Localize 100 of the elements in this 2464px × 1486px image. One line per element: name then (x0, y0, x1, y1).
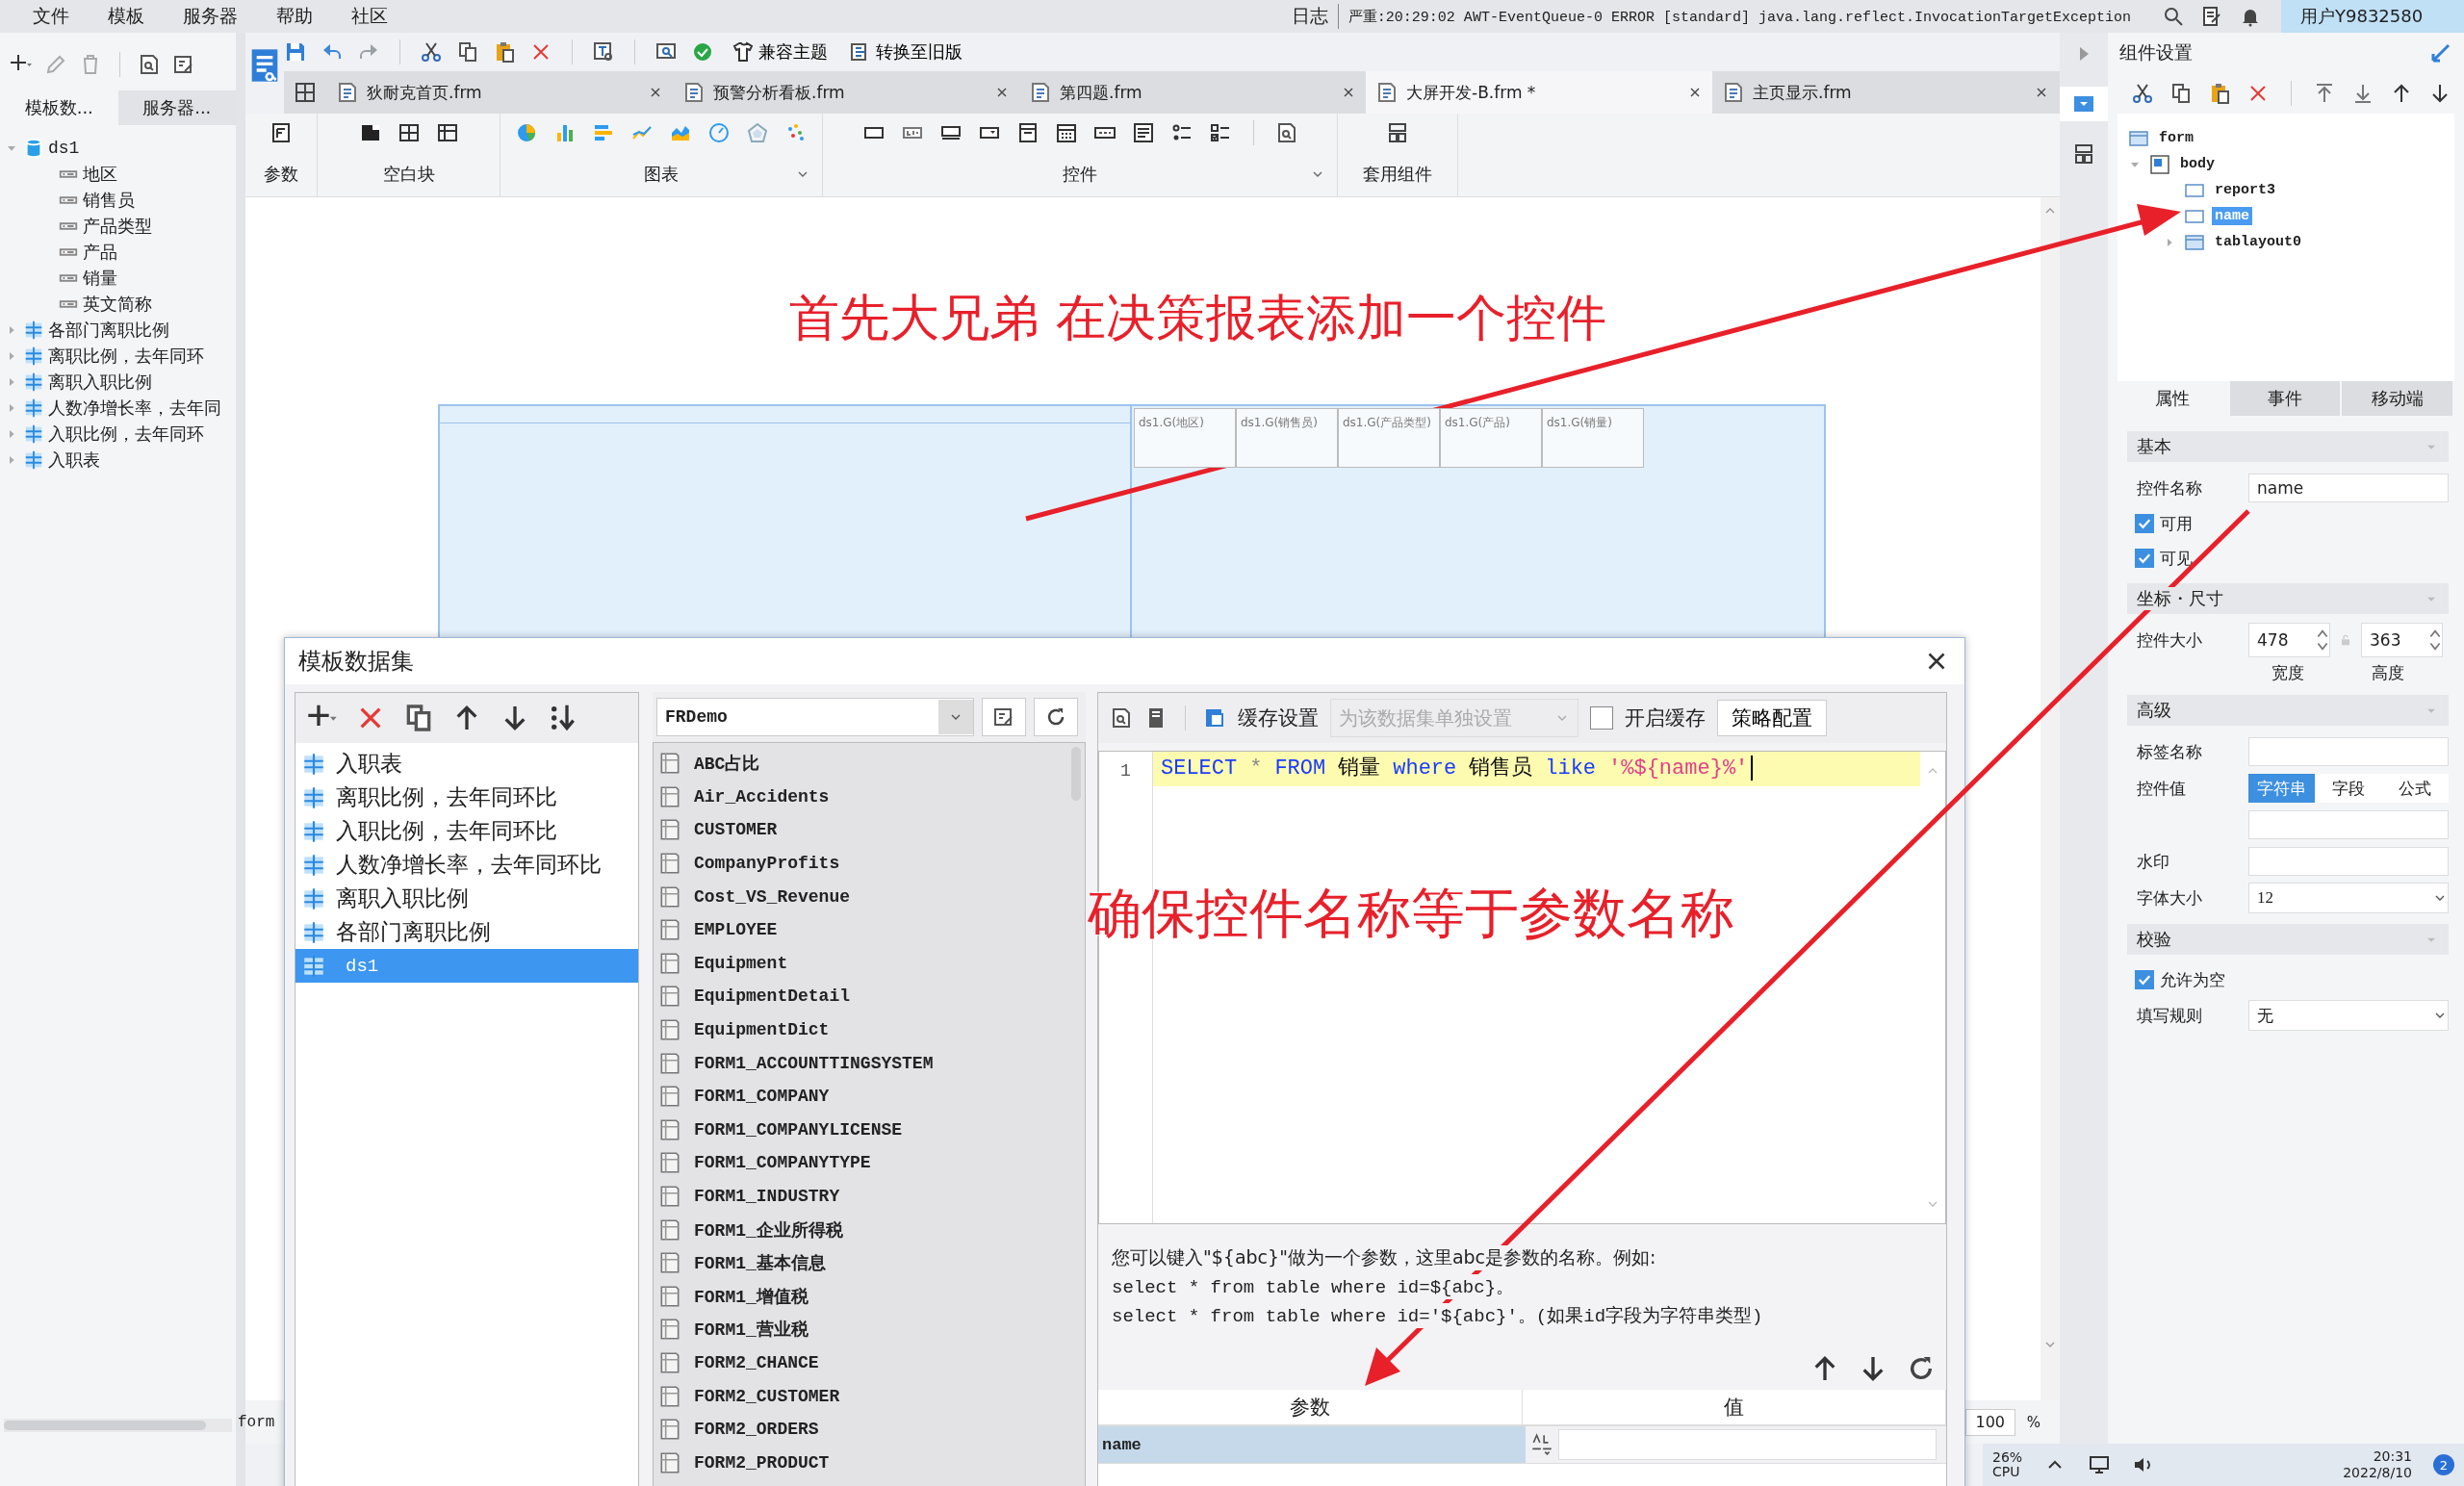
clock-time[interactable]: 20:31 (2373, 1448, 2412, 1465)
text-field[interactable]: name (2248, 474, 2449, 502)
table-item[interactable]: FORM1_营业税 (694, 1318, 808, 1342)
checkbox[interactable] (1590, 706, 1613, 730)
tree-item[interactable]: 入职表 (48, 448, 100, 472)
dataset-item[interactable]: 离职比例，去年同环比 (295, 781, 638, 814)
column-header[interactable]: 值 (1522, 1390, 1946, 1424)
cache-icon[interactable] (1203, 706, 1226, 730)
dataset-item[interactable]: 入职表 (295, 747, 638, 781)
tree-item[interactable]: 销量 (83, 266, 117, 290)
document-search-icon[interactable] (1110, 706, 1133, 730)
tree-item[interactable]: 各部门离职比例 (48, 318, 169, 342)
checkbox[interactable] (2135, 514, 2154, 533)
value-field[interactable] (2248, 810, 2449, 839)
table-item[interactable]: FORM1_增值税 (694, 1284, 808, 1308)
tree-node[interactable]: report3 (2212, 181, 2278, 199)
table-item[interactable]: FORM2_CHANCE (694, 1353, 819, 1372)
table-item[interactable]: FORM1_ACCOUNTTINGSYSTEM (694, 1053, 934, 1073)
table-item[interactable]: EMPLOYEE (694, 920, 778, 940)
table-layout-icon[interactable] (435, 121, 459, 144)
segment-option[interactable]: 公式 (2381, 774, 2449, 803)
edit-icon[interactable] (992, 705, 1015, 729)
strategy-button[interactable]: 策略配置 (1717, 700, 1827, 736)
section-header[interactable]: 坐标・尺寸 (2127, 583, 2449, 614)
search-icon[interactable] (2162, 5, 2185, 28)
tree-item[interactable]: 英文简称 (83, 292, 152, 316)
text-search-icon[interactable] (592, 40, 615, 64)
dataset-item[interactable]: 离职入职比例 (295, 882, 638, 915)
table-item[interactable]: Cost_VS_Revenue (694, 886, 851, 907)
tree-item[interactable]: 地区 (83, 162, 117, 186)
table-item[interactable]: FORM2_ORDERS (694, 1420, 819, 1440)
report-cell[interactable]: ds1.G(产品) (1440, 408, 1542, 468)
layout-icon[interactable] (1386, 121, 1409, 144)
tree-item[interactable]: 销售员 (83, 188, 135, 212)
menu-item[interactable]: 文件 (13, 4, 89, 29)
tree-node[interactable]: tablayout0 (2212, 233, 2304, 251)
text-field[interactable] (2248, 737, 2449, 766)
monitor-icon[interactable] (2088, 1453, 2112, 1476)
table-item[interactable]: EquipmentDict (694, 1020, 830, 1040)
scissors-icon[interactable] (420, 40, 443, 64)
table-item[interactable]: FORM1_COMPANYLICENSE (694, 1119, 903, 1140)
select-field[interactable]: 12 (2248, 883, 2449, 913)
section-header[interactable]: 校验 (2127, 924, 2449, 955)
text-area-icon[interactable] (1131, 121, 1155, 144)
menu-item[interactable]: 模板 (89, 4, 164, 29)
menu-item[interactable]: 社区 (332, 4, 407, 29)
table-item[interactable]: CUSTOMER (694, 820, 778, 840)
scissors-icon[interactable] (2131, 82, 2154, 105)
menu-item[interactable]: 帮助 (257, 4, 332, 29)
column-header[interactable]: 参数 (1098, 1390, 1523, 1424)
save-icon[interactable] (284, 40, 307, 64)
connection-select[interactable]: FRDemo (656, 698, 974, 736)
report-cell[interactable]: ds1.G(地区) (1134, 408, 1236, 468)
tree-item[interactable]: 产品 (83, 240, 117, 264)
notification-badge[interactable]: 2 (2433, 1454, 2454, 1475)
layout-icon[interactable] (2072, 142, 2095, 166)
width-spinner[interactable]: 478 (2248, 623, 2330, 657)
table-item[interactable]: FORM1_企业所得税 (694, 1217, 843, 1242)
report-cell[interactable]: ds1.G(销售员) (1236, 408, 1338, 468)
tree-node[interactable]: form (2156, 129, 2196, 147)
clock-date[interactable]: 2022/8/10 (2343, 1465, 2412, 1481)
zoom-field[interactable]: 100 (1964, 1408, 2015, 1436)
segment-option[interactable]: 字段 (2315, 774, 2382, 803)
user-button[interactable]: 用户Y9832580 (2281, 0, 2464, 33)
document-tab[interactable]: 大屏开发-B.frm * (1366, 71, 1712, 114)
dataset-item[interactable]: 入职比例，去年同环比 (295, 814, 638, 848)
table-item[interactable]: FORM1_COMPANYTYPE (694, 1153, 871, 1173)
dataset-item[interactable]: 人数净增长率，去年同环比 (295, 848, 638, 882)
table-item[interactable]: FORM2_PRODUCT (694, 1452, 830, 1473)
table-item[interactable]: Equipment (694, 953, 788, 973)
checkbox-list-icon[interactable] (1208, 121, 1232, 144)
table-item[interactable]: FORM2_CUSTOMER (694, 1386, 840, 1406)
tree-item[interactable]: 产品类型 (83, 214, 152, 238)
value-field[interactable] (1558, 1429, 1937, 1460)
property-tab[interactable]: 移动端 (2342, 381, 2454, 416)
report-cell[interactable]: ds1.G(销量) (1542, 408, 1644, 468)
tree-item[interactable]: 离职比例，去年同环 (48, 344, 204, 368)
note-icon[interactable] (2200, 5, 2223, 28)
copy-icon[interactable] (456, 40, 479, 64)
checkbox[interactable] (2135, 549, 2154, 568)
parameter-icon[interactable] (270, 121, 293, 144)
grid-icon[interactable] (294, 81, 317, 104)
table-item[interactable]: CompanyProfits (694, 854, 840, 874)
gauge-icon[interactable] (707, 121, 731, 144)
property-tab[interactable]: 事件 (2229, 381, 2343, 416)
tree-item[interactable]: 入职比例，去年同环 (48, 422, 204, 446)
table-item[interactable]: ABC占比 (694, 752, 760, 776)
toolbar-button[interactable]: 兼容主题 (728, 40, 832, 64)
scrollbar-thumb[interactable] (4, 1421, 206, 1430)
text-field[interactable] (2248, 847, 2449, 876)
dataset-item[interactable]: 各部门离职比例 (295, 915, 638, 949)
select-field[interactable]: 无 (2248, 1000, 2449, 1031)
section-header[interactable]: 基本 (2127, 431, 2449, 462)
edit-icon[interactable] (172, 53, 195, 76)
pie-chart-icon[interactable] (515, 121, 538, 144)
panel-tab[interactable]: 服务器... (117, 90, 236, 125)
table-item[interactable]: FORM1_基本信息 (694, 1251, 826, 1275)
section-header[interactable]: 高级 (2127, 695, 2449, 726)
table-item[interactable]: FORM1_COMPANY (694, 1087, 830, 1107)
tree-item[interactable]: 人数净增长率，去年同 (48, 396, 221, 420)
